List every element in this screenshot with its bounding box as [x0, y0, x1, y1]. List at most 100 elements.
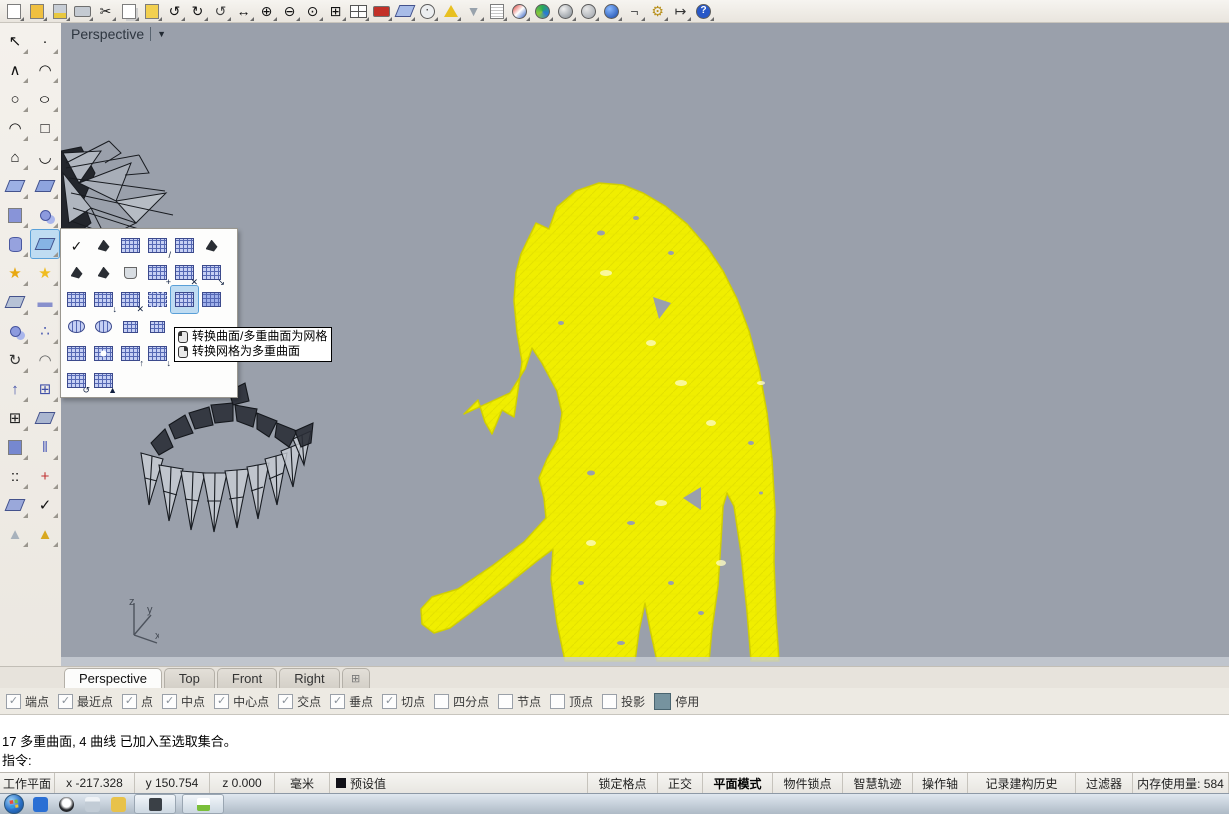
status-7-pane[interactable]: 锁定格点	[588, 773, 658, 793]
surface-tilt-icon[interactable]	[1, 491, 29, 519]
osnap-item-6[interactable]: ✓交点	[278, 693, 321, 710]
status-14-pane[interactable]: 过滤器	[1076, 773, 1133, 793]
new-viewport-tab-button[interactable]: ⊞	[342, 668, 370, 688]
pinned-calculator-icon[interactable]	[82, 795, 102, 813]
fillet-burst-icon[interactable]: ★	[31, 259, 59, 287]
boolean-spheres-icon[interactable]	[1, 317, 29, 345]
osnap-checkbox-4[interactable]: ✓	[162, 694, 177, 709]
viewport-layout-icon[interactable]	[347, 1, 370, 22]
polyline-icon[interactable]: ∧	[1, 56, 29, 84]
plane-tilt-icon[interactable]	[31, 404, 59, 432]
weld-bucket-icon[interactable]	[117, 259, 144, 286]
array-icon[interactable]: ⊞	[1, 404, 29, 432]
explode-icon[interactable]: ★	[1, 259, 29, 287]
collapse-face-icon[interactable]: ↓	[144, 340, 171, 367]
status-11-pane[interactable]: 智慧轨迹	[843, 773, 913, 793]
notes-icon[interactable]	[485, 1, 508, 22]
status-2-pane[interactable]: x -217.328	[55, 773, 135, 793]
osnap-item-10[interactable]: 节点	[498, 693, 541, 710]
orbit-view-icon[interactable]: ↺	[209, 1, 232, 22]
zoom-out-icon[interactable]: ⊖	[278, 1, 301, 22]
rendered-viewport-icon[interactable]	[600, 1, 623, 22]
print-icon[interactable]	[71, 1, 94, 22]
render-settings-icon[interactable]	[531, 1, 554, 22]
status-1-pane[interactable]: 工作平面	[0, 773, 55, 793]
osnap-disable-button[interactable]: 停用	[654, 693, 699, 710]
dashed-arc-icon[interactable]: ◠	[31, 346, 59, 374]
sphere-blend-icon[interactable]	[31, 201, 59, 229]
add-mesh-face-icon[interactable]: +	[144, 259, 171, 286]
command-area[interactable]: 17 多重曲面, 4 曲线 已加入至选取集合。 指令:	[0, 714, 1229, 772]
select-arrow-icon[interactable]: ↖	[1, 27, 29, 55]
pan-view-icon[interactable]: ↔	[232, 1, 255, 22]
pinned-explorer-icon[interactable]	[108, 795, 128, 813]
viewport-tab-front[interactable]: Front	[217, 668, 277, 688]
mesh-outline-icon[interactable]	[144, 286, 171, 313]
mesh-rotate-icon[interactable]: ↺	[63, 367, 90, 394]
convert-mesh-icon[interactable]	[171, 286, 198, 313]
reduce-mesh-icon[interactable]	[90, 259, 117, 286]
skull-mesh-icon[interactable]: ✕	[171, 259, 198, 286]
move-copy-icon[interactable]: ⊞	[31, 375, 59, 403]
render-icon[interactable]	[508, 1, 531, 22]
osnap-checkbox-11[interactable]	[550, 694, 565, 709]
zoom-window-icon[interactable]: ⊞	[324, 1, 347, 22]
osnap-item-9[interactable]: 四分点	[434, 693, 489, 710]
shaded-viewport-icon[interactable]	[554, 1, 577, 22]
selection-filter-icon[interactable]: ▼	[462, 1, 485, 22]
curve-tools-icon[interactable]: ↻	[1, 346, 29, 374]
single-point-icon[interactable]: ·	[31, 27, 59, 55]
osnap-item-1[interactable]: ✓端点	[6, 693, 49, 710]
flip-mesh-icon[interactable]: ↘	[198, 259, 225, 286]
mesh-triangulate-icon[interactable]: ▲	[90, 367, 117, 394]
named-view-car-icon[interactable]	[370, 1, 393, 22]
osnap-checkbox-8[interactable]: ✓	[382, 694, 397, 709]
viewport-tab-right[interactable]: Right	[279, 668, 339, 688]
osnap-checkbox-3[interactable]: ✓	[122, 694, 137, 709]
viewport-dropdown-icon[interactable]: ▼	[157, 29, 166, 39]
status-6-pane[interactable]: 预设值	[330, 773, 588, 793]
apply-mesh-icon[interactable]: /	[144, 232, 171, 259]
osnap-item-5[interactable]: ✓中心点	[214, 693, 269, 710]
save-icon[interactable]	[48, 1, 71, 22]
osnap-checkbox-6[interactable]: ✓	[278, 694, 293, 709]
mesh-trim-icon[interactable]: ✕	[117, 286, 144, 313]
control-point-curve-icon[interactable]: ◠	[31, 56, 59, 84]
start-button[interactable]	[4, 794, 24, 814]
status-12-pane[interactable]: 操作轴	[913, 773, 968, 793]
mesh-project-icon[interactable]: ↓	[90, 286, 117, 313]
mesh-window-icon[interactable]	[117, 232, 144, 259]
dot-grid-icon[interactable]: ::	[1, 462, 29, 490]
point-cloud-icon[interactable]: ∴	[31, 317, 59, 345]
new-file-icon[interactable]	[2, 1, 25, 22]
mesh-plane-icon[interactable]	[63, 286, 90, 313]
surface-3pt-icon[interactable]	[1, 172, 29, 200]
polygon-count-icon[interactable]	[63, 259, 90, 286]
osnap-checkbox-7[interactable]: ✓	[330, 694, 345, 709]
rhino-window-button[interactable]	[134, 794, 176, 814]
osnap-item-4[interactable]: ✓中点	[162, 693, 205, 710]
mesh-sphere-icon[interactable]	[90, 313, 117, 340]
unweld-vertices-icon[interactable]	[144, 313, 171, 340]
cylinder-icon[interactable]	[1, 230, 29, 258]
osnap-item-7[interactable]: ✓垂点	[330, 693, 373, 710]
open-file-icon[interactable]	[25, 1, 48, 22]
osnap-checkbox-10[interactable]	[498, 694, 513, 709]
gumball-clamp-icon[interactable]: +	[31, 462, 59, 490]
status-5-pane[interactable]: 毫米	[275, 773, 330, 793]
undo-icon[interactable]: ↺	[163, 1, 186, 22]
fillet-curve-icon[interactable]: ◡	[31, 143, 59, 171]
angle-constraint-icon[interactable]	[439, 1, 462, 22]
mesh-runner-icon[interactable]	[198, 232, 225, 259]
zoom-in-icon[interactable]: ⊕	[255, 1, 278, 22]
osnap-item-12[interactable]: 投影	[602, 693, 645, 710]
slab-icon[interactable]: ▬	[31, 288, 59, 316]
status-13-pane[interactable]: 记录建构历史	[968, 773, 1076, 793]
modeling-app-window-button[interactable]	[182, 794, 224, 814]
arc-icon[interactable]: ◠	[1, 114, 29, 142]
osnap-item-3[interactable]: ✓点	[122, 693, 153, 710]
status-10-pane[interactable]: 物件锁点	[773, 773, 843, 793]
status-15-pane[interactable]: 内存使用量: 584	[1133, 773, 1229, 793]
status-8-pane[interactable]: 正交	[658, 773, 703, 793]
zoom-extents-icon[interactable]: ⊙	[301, 1, 324, 22]
